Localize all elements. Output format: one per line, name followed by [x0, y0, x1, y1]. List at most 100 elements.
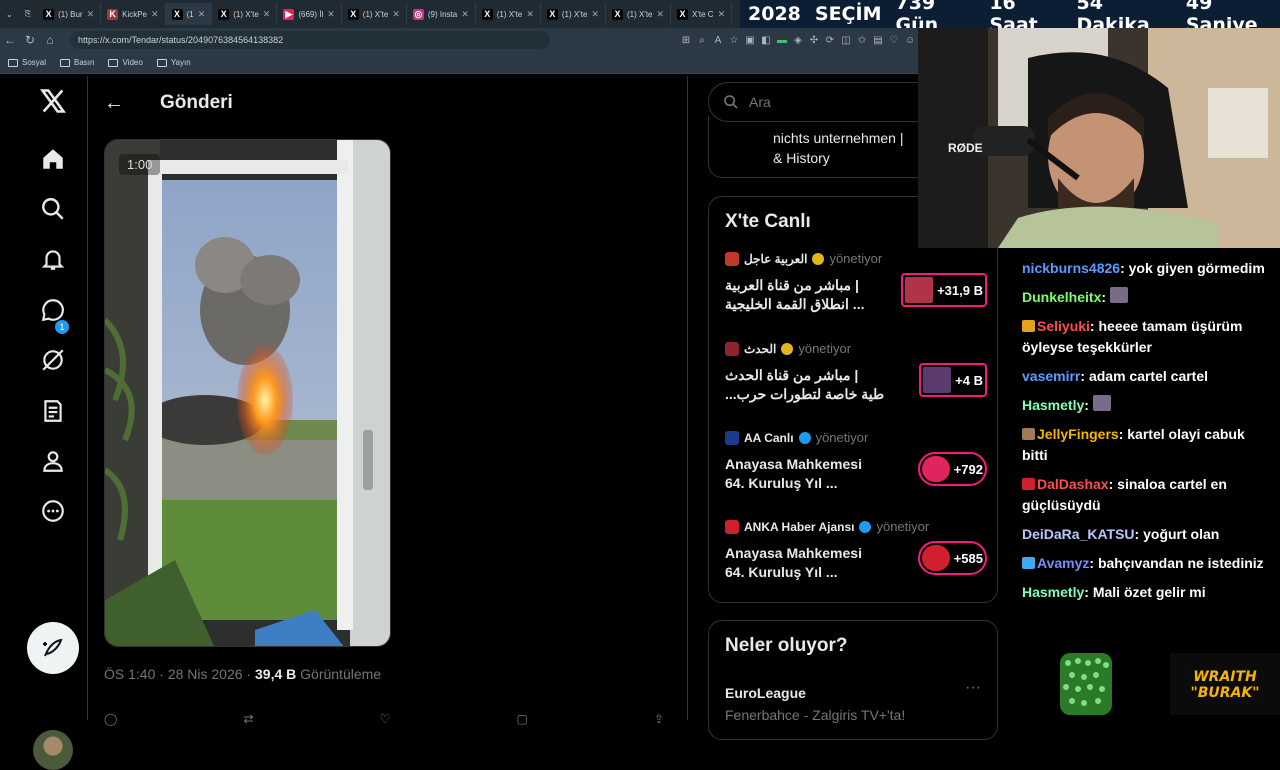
split-screen-icon[interactable]: ◫	[838, 35, 854, 46]
bookmark-folder-sosyal[interactable]: Sosyal	[8, 58, 46, 67]
chat-username[interactable]: DeiDaRa_KATSU	[1022, 526, 1135, 542]
close-tab-icon[interactable]: ✕	[526, 9, 534, 20]
compose-post-button[interactable]	[27, 622, 79, 674]
browser-tab[interactable]: X (1) X'te ✕	[476, 3, 541, 25]
chat-username[interactable]: JellyFingers	[1037, 426, 1119, 442]
reload-icon[interactable]: ↻	[20, 33, 40, 47]
account-icon[interactable]: ☺	[902, 35, 918, 46]
lists-icon[interactable]	[34, 392, 72, 430]
back-icon[interactable]: ←	[0, 33, 20, 47]
messages-icon[interactable]	[34, 291, 72, 329]
reply-icon[interactable]: ◯	[104, 712, 117, 726]
live-broadcast-item[interactable]: الحدث yönetiyor مباشر من قناة الحدث | ...طي…	[725, 341, 987, 421]
chat-username[interactable]: nickburns4826	[1022, 260, 1120, 276]
listener-count: +4 B	[955, 372, 983, 388]
chat-username[interactable]: DalDashax	[1037, 476, 1109, 492]
listener-count-pill[interactable]: +792	[917, 452, 987, 486]
close-tab-icon[interactable]: ✕	[151, 9, 159, 20]
browser-tab[interactable]: X (1) Bur ✕	[37, 3, 102, 25]
bookmark-icon[interactable]: ▢	[517, 712, 528, 726]
close-tab-icon[interactable]: ✕	[87, 9, 95, 20]
host-role: yönetiyor	[829, 251, 883, 266]
workspaces-icon[interactable]: ⎘	[19, 3, 37, 25]
app-icon[interactable]: ⊞	[678, 35, 694, 46]
more-options-icon[interactable]: ···	[965, 679, 981, 697]
post-date[interactable]: 28 Nis 2026	[168, 666, 243, 682]
account-avatar[interactable]	[33, 730, 73, 770]
back-arrow-icon[interactable]: ←	[104, 92, 124, 115]
browser-tab[interactable]: X X'te C ✕	[671, 3, 733, 25]
listener-count-pill[interactable]: +585	[917, 541, 987, 575]
bookmark-folder-video[interactable]: Video	[108, 58, 143, 67]
chat-username[interactable]: Avamyz	[1037, 555, 1089, 571]
listener-count-pill[interactable]: +31,9 B	[901, 273, 987, 307]
home-icon[interactable]: ⌂	[40, 33, 60, 47]
close-tab-icon[interactable]: ✕	[591, 9, 599, 20]
notifications-icon[interactable]	[34, 240, 72, 278]
tab-label: (669) İl	[298, 9, 324, 19]
host-logo-icon	[725, 251, 739, 266]
shield-icon[interactable]: ♡	[886, 35, 902, 46]
close-tab-icon[interactable]: ✕	[198, 9, 206, 20]
extension-icon[interactable]: ▬	[774, 35, 790, 46]
home-icon[interactable]	[34, 140, 72, 178]
bookmark-folder-yayin[interactable]: Yayın	[156, 58, 191, 67]
chat-username[interactable]: Dunkelheitx	[1022, 289, 1101, 305]
browser-tab[interactable]: ▶ (669) İl ✕	[277, 3, 342, 25]
search-icon[interactable]	[34, 190, 72, 228]
chat-username[interactable]: Hasmetly	[1022, 397, 1084, 413]
close-tab-icon[interactable]: ✕	[327, 9, 335, 20]
profile-icon[interactable]	[34, 442, 72, 480]
trend-subtitle[interactable]: Fenerbahce - Zalgiris TV+'ta!	[725, 707, 905, 723]
extension-icon[interactable]: ◧	[758, 35, 774, 46]
close-tab-icon[interactable]: ✕	[461, 9, 469, 20]
live-host-row: العربية عاجل yönetiyor	[725, 251, 987, 266]
close-tab-icon[interactable]: ✕	[718, 9, 726, 20]
browser-tab[interactable]: X (1) X'te ✕	[212, 3, 278, 25]
live-broadcast-item[interactable]: العربية عاجل yönetiyor مباشر من قناة العرب…	[725, 251, 987, 331]
read-aloud-icon[interactable]: A	[710, 35, 726, 46]
grok-icon[interactable]	[34, 341, 72, 379]
browser-tab[interactable]: X (1) X'te ✕	[606, 3, 672, 25]
post-video[interactable]: 1:00	[104, 139, 391, 647]
browser-tab[interactable]: ◎ (9) Insta ✕	[407, 3, 476, 25]
extension-icon[interactable]: ✣	[806, 35, 822, 46]
bookmark-folder-basin[interactable]: Basın	[60, 58, 94, 67]
collections-icon[interactable]: ▤	[870, 35, 886, 46]
live-section-title: X'te Canlı	[725, 211, 811, 232]
x-logo-icon[interactable]	[34, 82, 72, 120]
close-tab-icon[interactable]: ✕	[392, 9, 400, 20]
trend-topic[interactable]: EuroLeague	[725, 685, 806, 701]
broadcast-thumbnail	[921, 545, 950, 571]
like-icon[interactable]: ♡	[380, 712, 391, 726]
zoom-icon[interactable]: ⌕	[694, 35, 710, 46]
browser-tab[interactable]: X (1 ✕	[165, 3, 213, 25]
chat-username[interactable]: Hasmetly	[1022, 584, 1084, 600]
favorite-icon[interactable]: ☆	[726, 35, 742, 46]
browser-tab[interactable]: X (1) X'te ✕	[541, 3, 606, 25]
close-tab-icon[interactable]: ✕	[657, 9, 665, 20]
browser-tab[interactable]: K KickPe ✕	[101, 3, 166, 25]
favorites-icon[interactable]: ✩	[854, 35, 870, 46]
extension-icon[interactable]: ◈	[790, 35, 806, 46]
share-icon[interactable]: ⇪	[654, 712, 664, 726]
view-count: 39,4 B	[255, 666, 297, 682]
tab-favicon-icon: ▶	[283, 8, 295, 20]
listener-count-pill[interactable]: +4 B	[919, 363, 987, 397]
extensions-icon[interactable]: ⟳	[822, 35, 838, 46]
more-icon[interactable]	[34, 492, 72, 530]
url-field[interactable]: https://x.com/Tendar/status/204907638456…	[70, 31, 550, 49]
live-broadcast-item[interactable]: AA Canlı yönetiyor Anayasa Mahkemesi 64. Ku…	[725, 430, 987, 510]
whats-happening-card: Neler oluyor? EuroLeague ··· Fenerbahce …	[708, 620, 998, 740]
live-broadcast-item[interactable]: ANKA Haber Ajansı yönetiyor Anayasa Mahkem…	[725, 519, 987, 599]
browser-tab[interactable]: X (1) X'te ✕	[342, 3, 407, 25]
post-time[interactable]: ÖS 1:40	[104, 666, 155, 682]
chat-username[interactable]: Seliyuki	[1037, 318, 1090, 334]
extension-icon[interactable]: ▣	[742, 35, 758, 46]
repost-icon[interactable]: ⇄	[244, 712, 254, 726]
chat-emote-icon	[1109, 287, 1128, 303]
tab-list-icon[interactable]: ⌄	[0, 3, 19, 25]
broadcast-thumbnail	[923, 367, 952, 393]
chat-username[interactable]: vasemirr	[1022, 368, 1080, 384]
close-tab-icon[interactable]: ✕	[263, 9, 271, 20]
